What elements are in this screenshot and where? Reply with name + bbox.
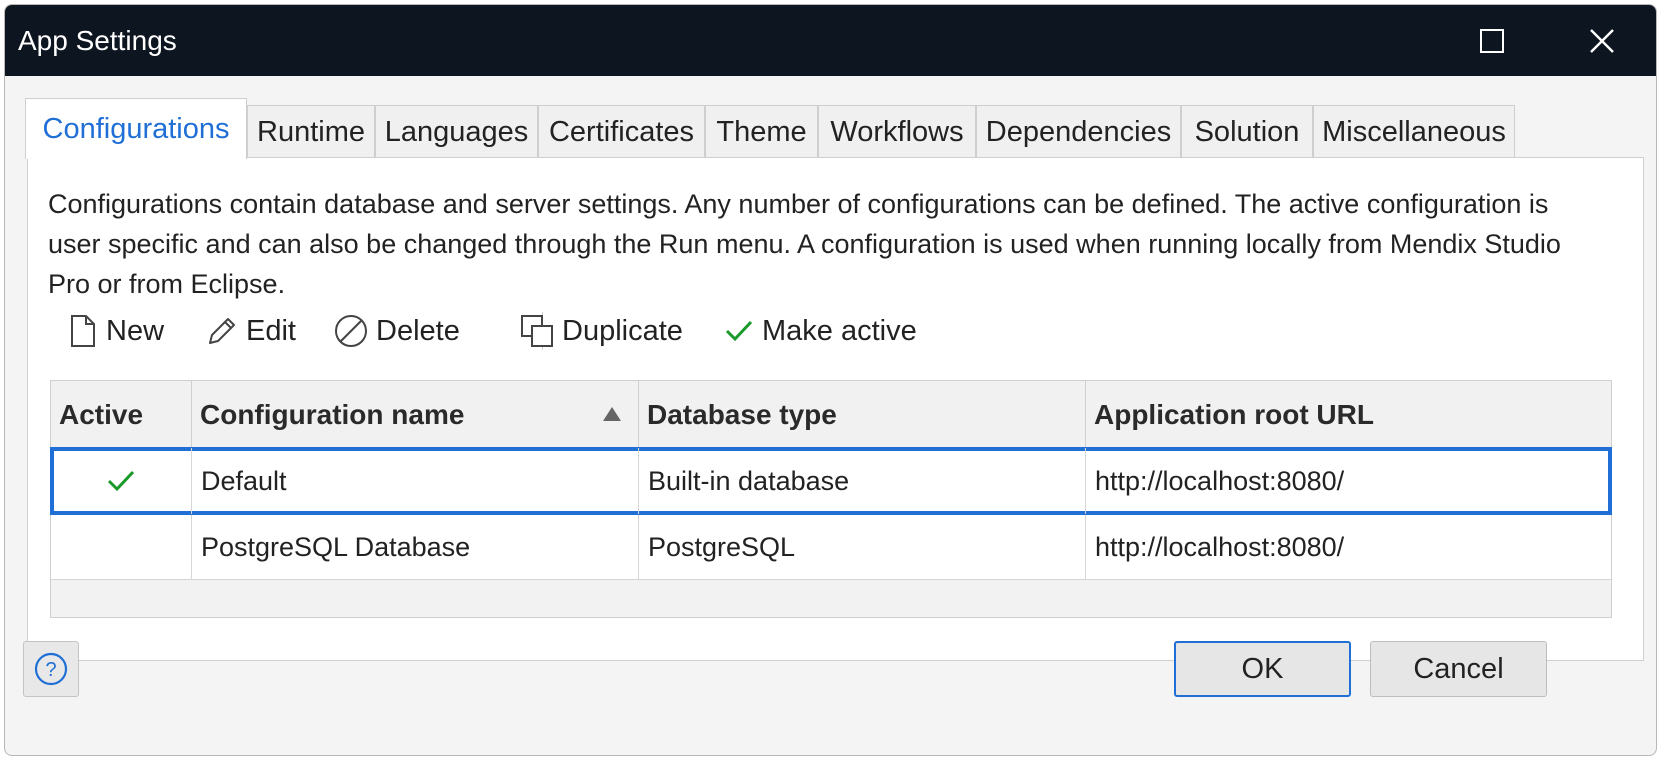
svg-text:?: ? <box>45 659 56 681</box>
help-icon: ? <box>34 652 68 686</box>
table-row[interactable]: PostgreSQL Database PostgreSQL http://lo… <box>51 514 1611 580</box>
database-type-cell: Built-in database <box>639 448 1086 514</box>
column-header-configuration-name[interactable]: Configuration name <box>192 381 639 448</box>
tab-configurations[interactable]: Configurations <box>25 98 247 159</box>
configuration-name-cell: Default <box>192 448 639 514</box>
configurations-table: Active Configuration name Database type … <box>50 380 1612 618</box>
configuration-name-cell: PostgreSQL Database <box>192 514 639 580</box>
tab-certificates[interactable]: Certificates <box>538 105 705 158</box>
active-cell <box>51 514 192 580</box>
app-settings-dialog: App Settings Configurations Runtime Lang… <box>4 4 1657 756</box>
column-header-active[interactable]: Active <box>51 381 192 448</box>
maximize-icon <box>1480 28 1504 53</box>
active-checkmark-icon <box>107 470 135 492</box>
help-button[interactable]: ? <box>23 641 79 697</box>
delete-button[interactable]: Delete <box>334 306 460 356</box>
tab-theme[interactable]: Theme <box>705 105 818 158</box>
application-root-url-cell: http://localhost:8080/ <box>1095 531 1345 562</box>
edit-button-label: Edit <box>246 314 296 347</box>
cancel-button[interactable]: Cancel <box>1370 641 1547 697</box>
maximize-button[interactable] <box>1437 5 1547 76</box>
column-header-database-type[interactable]: Database type <box>639 381 1086 448</box>
active-cell <box>51 448 192 514</box>
new-button[interactable]: New <box>68 306 164 356</box>
title-bar: App Settings <box>5 5 1656 76</box>
close-icon <box>1590 28 1614 53</box>
tab-languages[interactable]: Languages <box>375 105 538 158</box>
close-button[interactable] <box>1547 5 1656 76</box>
tab-workflows[interactable]: Workflows <box>818 105 976 158</box>
table-row[interactable]: Default Built-in database http://localho… <box>50 447 1612 515</box>
edit-button[interactable]: Edit <box>206 306 296 356</box>
database-type-cell: PostgreSQL <box>639 514 1086 580</box>
make-active-button-label: Make active <box>762 314 917 347</box>
configurations-panel: Configurations contain database and serv… <box>27 157 1644 661</box>
tab-dependencies[interactable]: Dependencies <box>976 105 1181 158</box>
pencil-icon <box>209 318 235 344</box>
column-header-label: Configuration name <box>200 398 465 430</box>
new-document-icon <box>71 315 95 347</box>
duplicate-button[interactable]: Duplicate <box>520 306 683 356</box>
ok-button[interactable]: OK <box>1174 641 1351 697</box>
delete-icon <box>335 315 367 347</box>
tab-solution[interactable]: Solution <box>1181 105 1313 158</box>
duplicate-icon <box>521 315 553 347</box>
make-active-button[interactable]: Make active <box>724 306 917 356</box>
window-title: App Settings <box>18 25 177 56</box>
column-header-application-root-url[interactable]: Application root URL <box>1086 381 1613 448</box>
configurations-description: Configurations contain database and serv… <box>48 189 1561 299</box>
table-header: Active Configuration name Database type … <box>51 381 1611 448</box>
delete-button-label: Delete <box>376 314 460 347</box>
new-button-label: New <box>106 314 165 347</box>
checkmark-icon <box>725 320 753 342</box>
application-root-url-cell: http://localhost:8080/ <box>1095 465 1345 496</box>
duplicate-button-label: Duplicate <box>562 314 683 347</box>
tab-runtime[interactable]: Runtime <box>247 105 375 158</box>
tab-miscellaneous[interactable]: Miscellaneous <box>1313 105 1515 158</box>
sort-ascending-icon <box>603 407 621 421</box>
